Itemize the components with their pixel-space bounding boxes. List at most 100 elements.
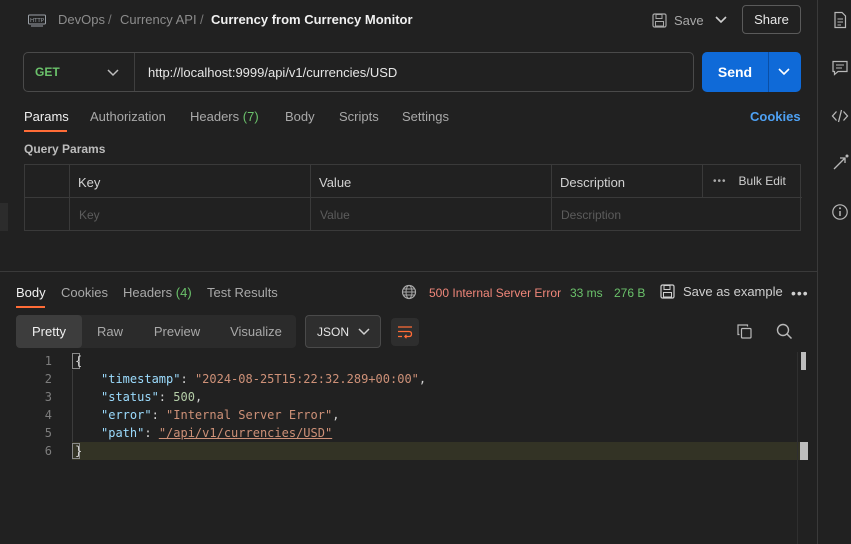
code-line-timestamp: "timestamp": "2024-08-25T15:22:32.289+00…	[101, 372, 427, 386]
more-options-icon[interactable]: •••	[791, 285, 809, 301]
value-placeholder: Value	[320, 208, 350, 222]
comment-icon[interactable]	[831, 59, 849, 77]
response-size[interactable]: 276 B	[614, 286, 645, 300]
save-button[interactable]: Save	[652, 9, 704, 31]
response-tab-test-results[interactable]: Test Results	[207, 285, 278, 300]
description-input[interactable]: Description	[552, 198, 802, 231]
editor-cursor-marker	[800, 442, 808, 460]
line-number: 5	[44, 426, 52, 440]
status-badge[interactable]: 500 Internal Server Error	[429, 286, 561, 300]
code-line-status: "status": 500,	[101, 390, 203, 404]
tab-scripts[interactable]: Scripts	[339, 109, 379, 124]
search-icon[interactable]	[776, 323, 793, 340]
line-number: 4	[44, 408, 52, 422]
editor-scrollbar-thumb[interactable]	[801, 352, 806, 370]
wrap-lines-icon	[398, 326, 413, 339]
response-body-editor[interactable]: 1 2 3 4 5 6 { "timestamp": "2024-08-25T1…	[0, 352, 808, 544]
response-time[interactable]: 33 ms	[570, 286, 603, 300]
share-button[interactable]: Share	[742, 5, 801, 34]
active-response-tab-indicator	[16, 306, 45, 308]
request-header: HTTP DevOps / Currency API / Currency fr…	[0, 0, 817, 42]
line-number: 1	[44, 354, 52, 368]
svg-text:HTTP: HTTP	[30, 18, 45, 24]
value-input[interactable]: Value	[311, 198, 552, 231]
response-tab-body[interactable]: Body	[16, 285, 46, 300]
tab-headers[interactable]: Headers (7)	[190, 109, 259, 124]
url-bar: GET http://localhost:9999/api/v1/currenc…	[23, 52, 694, 92]
view-mode-visualize[interactable]: Visualize	[216, 315, 296, 348]
info-icon[interactable]	[831, 203, 849, 221]
table-row-checkbox-cell	[25, 198, 70, 231]
tab-authorization[interactable]: Authorization	[90, 109, 166, 124]
table-header-key: Key	[70, 165, 311, 198]
request-workspace: HTTP DevOps / Currency API / Currency fr…	[0, 0, 817, 544]
indent-guide	[72, 370, 73, 442]
json-link-value[interactable]: "/api/v1/currencies/USD"	[159, 426, 332, 440]
column-description-label: Description	[560, 175, 626, 190]
tab-params[interactable]: Params	[24, 109, 69, 124]
send-button-group: Send	[702, 52, 801, 92]
copy-icon[interactable]	[737, 324, 752, 339]
format-select-label: JSON	[317, 325, 350, 339]
view-mode-preview[interactable]: Preview	[138, 315, 216, 348]
format-select[interactable]: JSON	[305, 315, 381, 348]
current-line-highlight	[72, 442, 806, 460]
json-key: "timestamp"	[101, 372, 181, 386]
panel-resize-handle[interactable]	[0, 203, 8, 231]
json-key: "error"	[101, 408, 152, 422]
code-line-path: "path": "/api/v1/currencies/USD"	[101, 426, 333, 440]
line-number: 3	[44, 390, 52, 404]
response-tab-headers[interactable]: Headers (4)	[123, 285, 192, 300]
floppy-icon	[660, 284, 675, 299]
related-collections-icon[interactable]	[831, 154, 849, 172]
send-button[interactable]: Send	[702, 52, 768, 92]
breadcrumb-workspace[interactable]: DevOps	[58, 12, 105, 27]
url-input[interactable]: http://localhost:9999/api/v1/currencies/…	[148, 65, 397, 80]
view-mode-pretty[interactable]: Pretty	[16, 315, 82, 348]
view-mode-selector: Pretty Raw Preview Visualize	[16, 315, 296, 348]
view-mode-raw[interactable]: Raw	[82, 315, 138, 348]
column-divider	[702, 165, 703, 198]
key-placeholder: Key	[79, 208, 100, 222]
tab-settings[interactable]: Settings	[402, 109, 449, 124]
tab-headers-label: Headers	[190, 109, 240, 124]
editor-scrollbar-track[interactable]	[797, 352, 798, 544]
more-options-icon: •••	[713, 175, 727, 187]
send-divider	[768, 52, 769, 92]
breadcrumb-request-name[interactable]: Currency from Currency Monitor	[211, 12, 413, 27]
cookies-link[interactable]: Cookies	[750, 109, 801, 124]
code-icon[interactable]	[831, 107, 849, 125]
save-as-example-button[interactable]: Save as example	[660, 284, 783, 299]
bulk-edit-label: Bulk Edit	[738, 174, 786, 188]
tab-headers-count: (7)	[242, 109, 259, 124]
line-number: 6	[44, 444, 52, 458]
query-params-table: Key Value Description ••• Bulk Edit Key …	[24, 164, 802, 231]
breadcrumb-collection[interactable]: Currency API	[120, 12, 197, 27]
json-number-value: 500	[173, 390, 195, 404]
key-input[interactable]: Key	[70, 198, 311, 231]
floppy-icon	[652, 12, 667, 28]
response-tab-cookies[interactable]: Cookies	[61, 285, 108, 300]
document-icon[interactable]	[831, 11, 849, 29]
wrap-lines-button[interactable]	[391, 318, 419, 346]
tab-body[interactable]: Body	[285, 109, 315, 124]
code-line-open-brace: {	[75, 354, 83, 368]
send-options-chevron-down-icon[interactable]	[776, 65, 792, 79]
postman-window: HTTP DevOps / Currency API / Currency fr…	[0, 0, 851, 544]
bulk-edit-button[interactable]: ••• Bulk Edit	[713, 174, 786, 188]
code-line-error: "error": "Internal Server Error",	[101, 408, 340, 422]
table-header-value: Value	[311, 165, 552, 198]
response-tab-headers-count: (4)	[175, 285, 192, 300]
query-params-title: Query Params	[24, 142, 106, 156]
column-value-label: Value	[319, 175, 352, 190]
description-placeholder: Description	[561, 208, 622, 222]
save-options-chevron-down-icon[interactable]	[712, 12, 730, 28]
request-response-divider[interactable]	[0, 271, 817, 272]
method-chevron-down-icon[interactable]	[106, 66, 120, 80]
save-as-example-label: Save as example	[683, 284, 783, 299]
save-label: Save	[674, 12, 704, 28]
method-selector[interactable]: GET	[35, 65, 60, 79]
breadcrumb-separator: /	[108, 12, 112, 27]
active-tab-indicator	[24, 130, 67, 132]
globe-icon[interactable]	[401, 284, 417, 300]
